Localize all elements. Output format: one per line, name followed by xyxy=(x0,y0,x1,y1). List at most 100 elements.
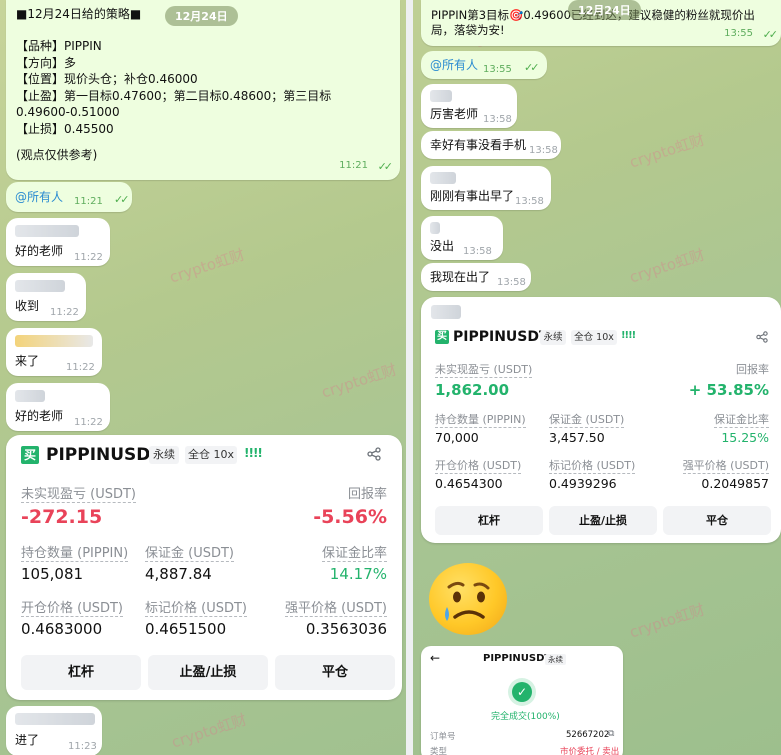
incoming-message[interactable]: 来了 11:22 xyxy=(6,328,102,376)
incoming-message[interactable]: 没出 13:58 xyxy=(421,216,503,260)
watermark: crypto虹财 xyxy=(627,600,707,642)
sender-name xyxy=(431,305,461,319)
margin-ratio-value: 15.25% xyxy=(721,430,769,445)
sender-name xyxy=(15,225,79,237)
strategy-line: 【方向】多 xyxy=(16,55,77,70)
mention-message[interactable]: @所有人 13:55 ✓✓ xyxy=(421,51,547,79)
incoming-message[interactable]: 我现在出了 13:58 xyxy=(421,263,531,291)
incoming-message[interactable]: 刚刚有事出早了 13:58 xyxy=(421,166,551,210)
incoming-message[interactable]: 厉害老师 13:58 xyxy=(421,84,517,128)
contract-type-badge: 永续 xyxy=(540,330,566,345)
read-checks-icon: ✓✓ xyxy=(114,193,130,206)
message-time: 11:22 xyxy=(50,307,79,318)
message-time: 11:23 xyxy=(68,741,97,752)
incoming-message[interactable]: 好的老师 11:22 xyxy=(6,218,110,266)
strategy-message[interactable]: ■12月24日给的策略■ 【品种】PIPPIN 【方向】多 【位置】现价头仓；补… xyxy=(6,0,400,180)
position-card[interactable]: 买 PIPPINUSDT 永续 全仓 10x !!!! 未实现盈亏 (USDT)… xyxy=(6,435,402,700)
pnl-value: 1,862.00 xyxy=(435,381,510,399)
sender-name xyxy=(15,335,93,347)
position-card[interactable]: 买 PIPPINUSDT 永续 全仓 10x !!!! 未实现盈亏 (USDT)… xyxy=(421,297,781,543)
message-time: 11:22 xyxy=(74,252,103,263)
mention-link[interactable]: @所有人 xyxy=(430,57,478,73)
success-check-icon: ✓ xyxy=(512,682,532,702)
incoming-message[interactable]: 收到 11:22 xyxy=(6,273,86,321)
margin-value: 3,457.50 xyxy=(549,430,605,445)
watermark: crypto虹财 xyxy=(169,710,249,752)
strategy-line: 【位置】现价头仓；补仓0.46000 xyxy=(16,72,198,86)
strategy-body: 【品种】PIPPIN 【方向】多 【位置】现价头仓；补仓0.46000 【止盈】… xyxy=(16,38,346,164)
margin-value: 4,887.84 xyxy=(145,565,212,583)
order-symbol: PIPPINUSDT xyxy=(483,653,552,664)
margin-mode-badge: 全仓 10x xyxy=(571,330,617,345)
strategy-line: (观点仅供参考) xyxy=(16,148,98,162)
order-detail-card[interactable]: ← PIPPINUSDT 永续 ✓ 完全成交(100%) 订单号 5266720… xyxy=(421,646,623,755)
incoming-message[interactable]: 好的老师 11:22 xyxy=(6,383,110,431)
close-position-button[interactable]: 平仓 xyxy=(663,506,771,535)
tp-sl-button[interactable]: 止盈/止损 xyxy=(148,655,268,690)
sender-name xyxy=(430,172,456,184)
buy-tag: 买 xyxy=(435,330,449,344)
strategy-line: 【止损】0.45500 xyxy=(16,121,114,136)
watermark: crypto虹财 xyxy=(167,245,247,287)
symbol-title: PIPPINUSDT xyxy=(46,445,163,465)
message-text: 好的老师 xyxy=(15,409,64,423)
watermark: crypto虹财 xyxy=(627,130,707,172)
incoming-message[interactable]: 幸好有事没看手机 13:58 xyxy=(421,131,561,159)
liq-price-value: 0.2049857 xyxy=(701,476,769,491)
sender-name xyxy=(430,222,440,234)
tp-sl-button[interactable]: 止盈/止损 xyxy=(549,506,657,535)
message-time: 13:55 xyxy=(483,64,512,75)
message-text: 来了 xyxy=(15,354,40,368)
qty-label: 持仓数量 (PIPPIN) xyxy=(435,413,526,428)
share-icon[interactable] xyxy=(756,331,768,343)
date-pill: 12月24日 xyxy=(165,6,238,26)
sender-name xyxy=(15,713,95,725)
message-time: 11:22 xyxy=(74,417,103,428)
symbol-title: PIPPINUSDT xyxy=(453,329,549,345)
strategy-line: 【品种】PIPPIN xyxy=(16,39,102,53)
back-arrow-icon[interactable]: ← xyxy=(430,651,440,665)
roi-label: 回报率 xyxy=(347,487,387,502)
order-no-label: 订单号 xyxy=(430,732,456,742)
strategy-line: 【止盈】第一目标0.47600；第二目标0.48600；第三目标 xyxy=(16,88,332,103)
liq-price-label: 强平价格 (USDT) xyxy=(682,459,769,474)
message-text: 进了 xyxy=(15,733,40,747)
incoming-message[interactable]: 进了 11:23 xyxy=(6,706,102,755)
mark-price-value: 0.4651500 xyxy=(145,620,227,638)
watermark: crypto虹财 xyxy=(319,360,399,402)
copy-icon[interactable]: ⧉ xyxy=(608,729,614,739)
message-time: 13:58 xyxy=(483,114,512,125)
entry-price-label: 开仓价格 (USDT) xyxy=(435,459,522,474)
date-pill: 12月24日 xyxy=(568,0,641,20)
panel-divider xyxy=(406,0,413,755)
mark-price-label: 标记价格 (USDT) xyxy=(549,459,636,474)
pnl-label: 未实现盈亏 (USDT) xyxy=(21,483,136,503)
message-text: 我现在出了 xyxy=(430,270,491,284)
share-icon[interactable] xyxy=(367,447,381,461)
margin-ratio-label: 保证金比率 xyxy=(321,542,387,562)
margin-label: 保证金 (USDT) xyxy=(145,542,234,562)
entry-price-value: 0.4654300 xyxy=(435,476,503,491)
leverage-button[interactable]: 杠杆 xyxy=(435,506,543,535)
roi-value: + 53.85% xyxy=(688,381,769,399)
roi-value: -5.56% xyxy=(313,506,387,528)
leverage-button[interactable]: 杠杆 xyxy=(21,655,141,690)
qty-value: 70,000 xyxy=(435,430,479,445)
qty-value: 105,081 xyxy=(21,565,84,583)
liq-price-value: 0.3563036 xyxy=(305,620,387,638)
signal-bars-icon: !!!! xyxy=(621,330,636,341)
mention-message[interactable]: @所有人 11:21 ✓✓ xyxy=(6,182,132,212)
message-time: 13:58 xyxy=(497,277,526,288)
pnl-label: 未实现盈亏 (USDT) xyxy=(435,363,533,378)
message-text: 收到 xyxy=(15,299,40,313)
message-time: 11:22 xyxy=(66,362,95,373)
close-position-button[interactable]: 平仓 xyxy=(275,655,395,690)
sad-face-icon xyxy=(429,563,507,635)
margin-label: 保证金 (USDT) xyxy=(549,413,625,428)
message-time: 11:21 xyxy=(339,160,368,171)
mention-link[interactable]: @所有人 xyxy=(15,189,63,205)
message-text: 好的老师 xyxy=(15,244,64,258)
read-checks-icon: ✓✓ xyxy=(524,61,540,74)
message-text: 幸好有事没看手机 xyxy=(430,138,527,152)
message-text: 没出 xyxy=(430,239,455,253)
